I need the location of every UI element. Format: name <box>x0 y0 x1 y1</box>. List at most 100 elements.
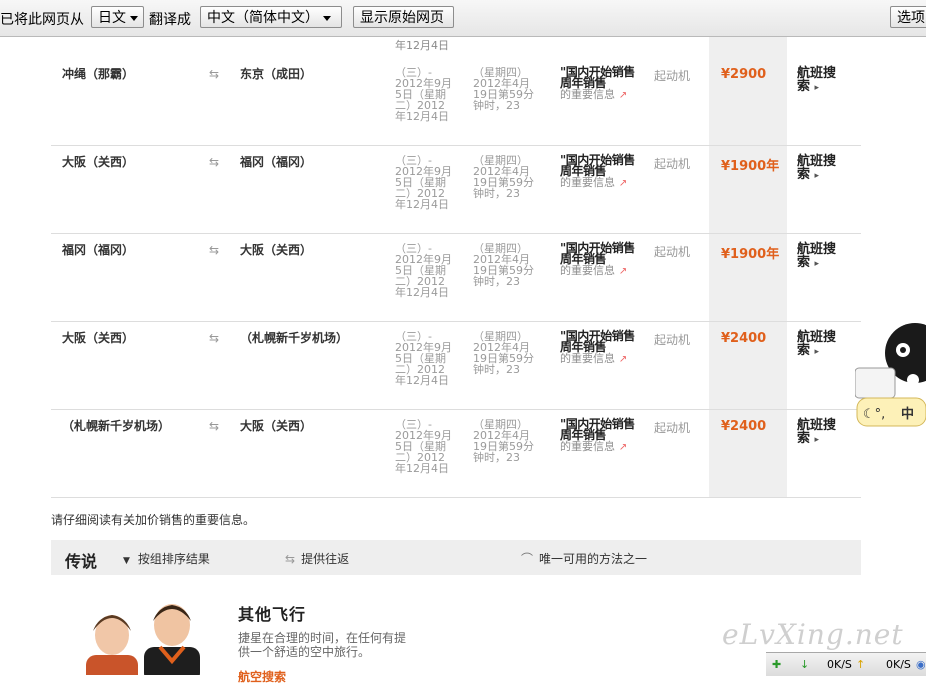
destination-city: （札幌新千岁机场） <box>240 331 349 345</box>
sale-info-link[interactable]: 的重要信息 <box>560 88 615 101</box>
flight-search-link[interactable]: 航班搜索 ▸ <box>797 331 845 359</box>
download-speed: 0K/S <box>827 658 852 671</box>
arrow-right-icon: ▸ <box>814 259 820 269</box>
sale-title: "国内开始销售周年销售 <box>560 241 635 266</box>
arrow-up-icon: ↑ <box>856 658 866 671</box>
arrow-right-icon: ▸ <box>814 83 820 93</box>
external-link-icon: ↗ <box>618 178 628 189</box>
origin-city: 冲绳（那霸） <box>62 67 135 81</box>
svg-text:☾°,: ☾°, <box>863 407 885 422</box>
sale-info: "国内开始销售周年销售 的重要信息 ↗ <box>560 65 638 101</box>
table-row: 大阪（关西） ⇆ （札幌新千岁机场） （三）- 2012年9月5日（星期二）20… <box>51 321 861 410</box>
external-link-icon: ↗ <box>618 442 628 453</box>
translate-bar: 已将此网页从 日文 翻译成 中文（简体中文） 显示原始网页 选项 <box>0 0 926 37</box>
round-trip-icon: ⇆ <box>209 67 220 81</box>
network-speed-widget: ✚ ↓ 0K/S ↑ 0K/S ◉ <box>766 652 926 676</box>
mascot-label: 中 <box>901 406 914 422</box>
chevron-down-icon <box>323 15 331 21</box>
arrow-down-icon: ↓ <box>800 658 810 671</box>
sale-info: "国内开始销售周年销售 的重要信息 ↗ <box>560 329 638 365</box>
triangle-down-icon: ▼ <box>123 556 130 566</box>
sale-period: （星期四）2012年4月19日第59分钟时，23 <box>473 418 534 464</box>
flight-search-link[interactable]: 航空搜索 <box>238 668 286 685</box>
engine-label: 起动机 <box>654 333 691 347</box>
fare-price: ¥2900 <box>721 67 767 82</box>
origin-city: 大阪（关西） <box>62 331 135 345</box>
external-link-icon: ↗ <box>618 266 628 277</box>
table-row: 大阪（关西） ⇆ 福冈（福冈） （三）- 2012年9月5日（星期二）2012年… <box>51 145 861 234</box>
external-link-icon: ↗ <box>618 354 628 365</box>
sale-title: "国内开始销售周年销售 <box>560 329 635 354</box>
fare-price: ¥1900年 <box>721 159 780 174</box>
other-flights-title: 其他飞行 <box>238 605 307 624</box>
sale-info: "国内开始销售周年销售 的重要信息 ↗ <box>560 241 638 277</box>
sale-period: （星期四）2012年4月19日第59分钟时，23 <box>473 242 534 288</box>
destination-city: 东京（成田） <box>240 67 313 81</box>
sale-info: "国内开始销售周年销售 的重要信息 ↗ <box>560 153 638 189</box>
legend-bar: 传说 ▼ 按组排序结果 ⇆ 提供往返 ⌒ 唯一可用的方法之一 <box>51 540 861 575</box>
fare-price: ¥2400 <box>721 331 767 346</box>
travel-period: （三）- 2012年9月5日（星期二）2012年12月4日 <box>395 154 452 211</box>
destination-city: 大阪（关西） <box>240 419 313 433</box>
destination-city: 大阪（关西） <box>240 243 313 257</box>
sale-title: "国内开始销售周年销售 <box>560 65 635 90</box>
external-link-icon: ↗ <box>618 90 628 101</box>
sale-title: "国内开始销售周年销售 <box>560 153 635 178</box>
show-original-button[interactable]: 显示原始网页 <box>353 6 454 28</box>
arrow-right-icon: ▸ <box>814 435 820 445</box>
target-language-select[interactable]: 中文（简体中文） <box>200 6 342 28</box>
travel-period: （三）- 2012年9月5日（星期二）2012年12月4日 <box>395 418 452 475</box>
table-row: （札幌新千岁机场） ⇆ 大阪（关西） （三）- 2012年9月5日（星期二）20… <box>51 409 861 498</box>
other-flights-description: 捷星在合理的时间，在任何有提供一个舒适的空中旅行。 <box>238 631 407 659</box>
sale-info: "国内开始销售周年销售 的重要信息 ↗ <box>560 417 638 453</box>
destination-city: 福冈（福冈） <box>240 155 313 169</box>
engine-label: 起动机 <box>654 69 691 83</box>
travel-period: （三）- 2012年9月5日（星期二）2012年12月4日 <box>395 242 452 299</box>
app-icon[interactable]: ◉ <box>916 658 926 671</box>
source-language-select[interactable]: 日文 <box>91 6 144 28</box>
flight-search-link[interactable]: 航班搜索 ▸ <box>797 67 845 95</box>
travel-period: （三）- 2012年9月5日（星期二）2012年12月4日 <box>395 66 452 123</box>
origin-city: 福冈（福冈） <box>62 243 135 257</box>
origin-city: 大阪（关西） <box>62 155 135 169</box>
fare-price: ¥1900年 <box>721 247 780 262</box>
arrow-right-icon: ▸ <box>814 171 820 181</box>
table-row: 福冈（福冈） ⇆ 大阪（关西） （三）- 2012年9月5日（星期二）2012年… <box>51 233 861 322</box>
legend-round-trip: ⇆ 提供往返 <box>285 552 350 566</box>
crew-photo <box>86 604 200 675</box>
sale-info-link[interactable]: 的重要信息 <box>560 440 615 453</box>
options-button[interactable]: 选项 <box>890 6 926 28</box>
travel-period: （三）- 2012年9月5日（星期二）2012年12月4日 <box>395 330 452 387</box>
top-date-fragment: 年12月4日 <box>395 39 449 52</box>
arrow-right-icon: ▸ <box>814 347 820 357</box>
round-trip-icon: ⇆ <box>209 331 220 345</box>
engine-label: 起动机 <box>654 421 691 435</box>
round-trip-icon: ⇆ <box>209 243 220 257</box>
translate-prefix: 已将此网页从 <box>0 12 84 28</box>
sale-period: （星期四）2012年4月19日第59分钟时，23 <box>473 154 534 200</box>
legend-title: 传说 <box>65 552 98 571</box>
sale-title: "国内开始销售周年销售 <box>560 417 635 442</box>
legend-group-sort: ▼ 按组排序结果 <box>123 552 210 566</box>
origin-city: （札幌新千岁机场） <box>62 419 171 433</box>
sale-info-link[interactable]: 的重要信息 <box>560 352 615 365</box>
upload-speed: 0K/S <box>886 658 911 671</box>
flight-search-link[interactable]: 航班搜索 ▸ <box>797 419 845 447</box>
mascot-widget[interactable]: ☾°, 中 <box>855 318 926 428</box>
important-note: 请仔细阅读有关加价销售的重要信息。 <box>51 513 256 527</box>
engine-label: 起动机 <box>654 157 691 171</box>
plus-icon[interactable]: ✚ <box>772 658 781 671</box>
sale-period: （星期四）2012年4月19日第59分钟时，23 <box>473 330 534 376</box>
legend-only-method: ⌒ 唯一可用的方法之一 <box>521 552 648 566</box>
engine-label: 起动机 <box>654 245 691 259</box>
flight-search-link[interactable]: 航班搜索 ▸ <box>797 155 845 183</box>
curve-arrow-icon: ⌒ <box>521 552 534 566</box>
watermark: eLvXing.net <box>722 618 904 651</box>
sale-info-link[interactable]: 的重要信息 <box>560 264 615 277</box>
sale-info-link[interactable]: 的重要信息 <box>560 176 615 189</box>
sale-period: （星期四）2012年4月19日第59分钟时，23 <box>473 66 534 112</box>
flight-search-link[interactable]: 航班搜索 ▸ <box>797 243 845 271</box>
chevron-down-icon <box>130 15 138 21</box>
fare-price: ¥2400 <box>721 419 767 434</box>
round-trip-icon: ⇆ <box>209 419 220 433</box>
